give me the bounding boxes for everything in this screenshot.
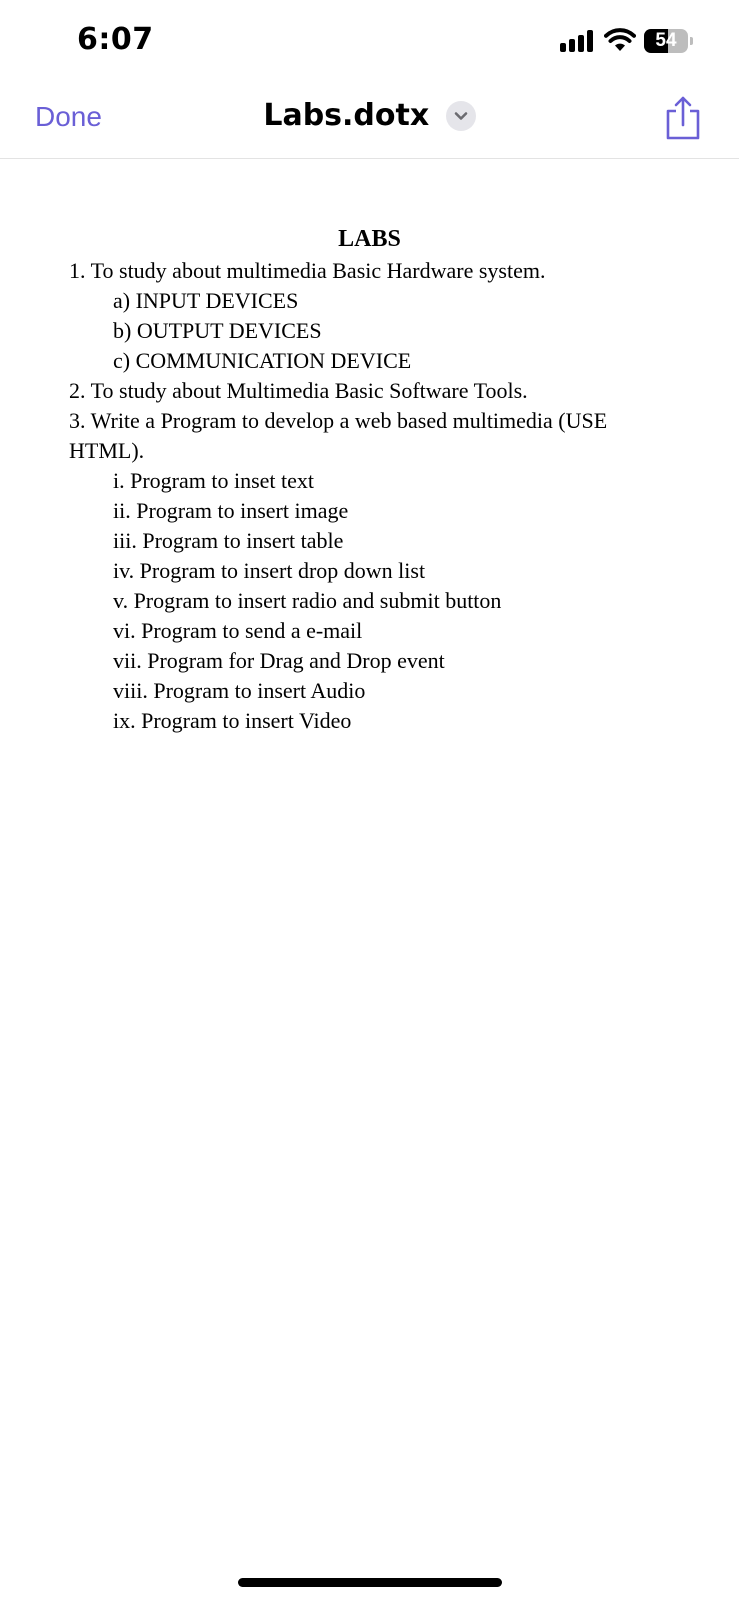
navigation-bar: Done Labs.dotx bbox=[0, 84, 739, 159]
status-time: 6:07 bbox=[77, 22, 154, 57]
document-title: LABS bbox=[338, 226, 401, 252]
document-line: 2. To study about Multimedia Basic Softw… bbox=[69, 378, 528, 403]
battery-icon: 54 bbox=[644, 29, 693, 53]
document-line: i. Program to inset text bbox=[113, 468, 315, 493]
document-line: iv. Program to insert drop down list bbox=[113, 558, 426, 583]
document-line: viii. Program to insert Audio bbox=[113, 678, 366, 703]
share-icon bbox=[666, 96, 700, 140]
nav-title-group: Labs.dotx bbox=[0, 98, 739, 133]
battery-percentage: 54 bbox=[655, 30, 677, 51]
cellular-signal-icon bbox=[560, 30, 594, 52]
document-body: 1. To study about multimedia Basic Hardw… bbox=[69, 256, 649, 736]
document-line: b) OUTPUT DEVICES bbox=[113, 318, 322, 343]
document-line: iii. Program to insert table bbox=[113, 528, 344, 553]
document-line: vii. Program for Drag and Drop event bbox=[113, 648, 445, 673]
document-line: 1. To study about multimedia Basic Hardw… bbox=[69, 258, 546, 283]
document-line: ix. Program to insert Video bbox=[113, 708, 352, 733]
chevron-down-icon bbox=[454, 111, 467, 120]
document-line: v. Program to insert radio and submit bu… bbox=[113, 588, 502, 613]
home-indicator[interactable] bbox=[238, 1578, 502, 1587]
document-line: c) COMMUNICATION DEVICE bbox=[113, 348, 412, 373]
document-line: a) INPUT DEVICES bbox=[113, 288, 299, 313]
title-menu-button[interactable] bbox=[445, 100, 476, 131]
wifi-icon bbox=[604, 28, 636, 51]
document-line: ii. Program to insert image bbox=[113, 498, 349, 523]
status-bar: 6:07 54 bbox=[0, 0, 739, 84]
document-line: 3. Write a Program to develop a web base… bbox=[69, 408, 608, 463]
document-view[interactable]: LABS 1. To study about multimedia Basic … bbox=[0, 158, 739, 1558]
document-line: vi. Program to send a e-mail bbox=[113, 618, 363, 643]
file-name-title[interactable]: Labs.dotx bbox=[263, 98, 429, 133]
share-button[interactable] bbox=[664, 95, 702, 141]
